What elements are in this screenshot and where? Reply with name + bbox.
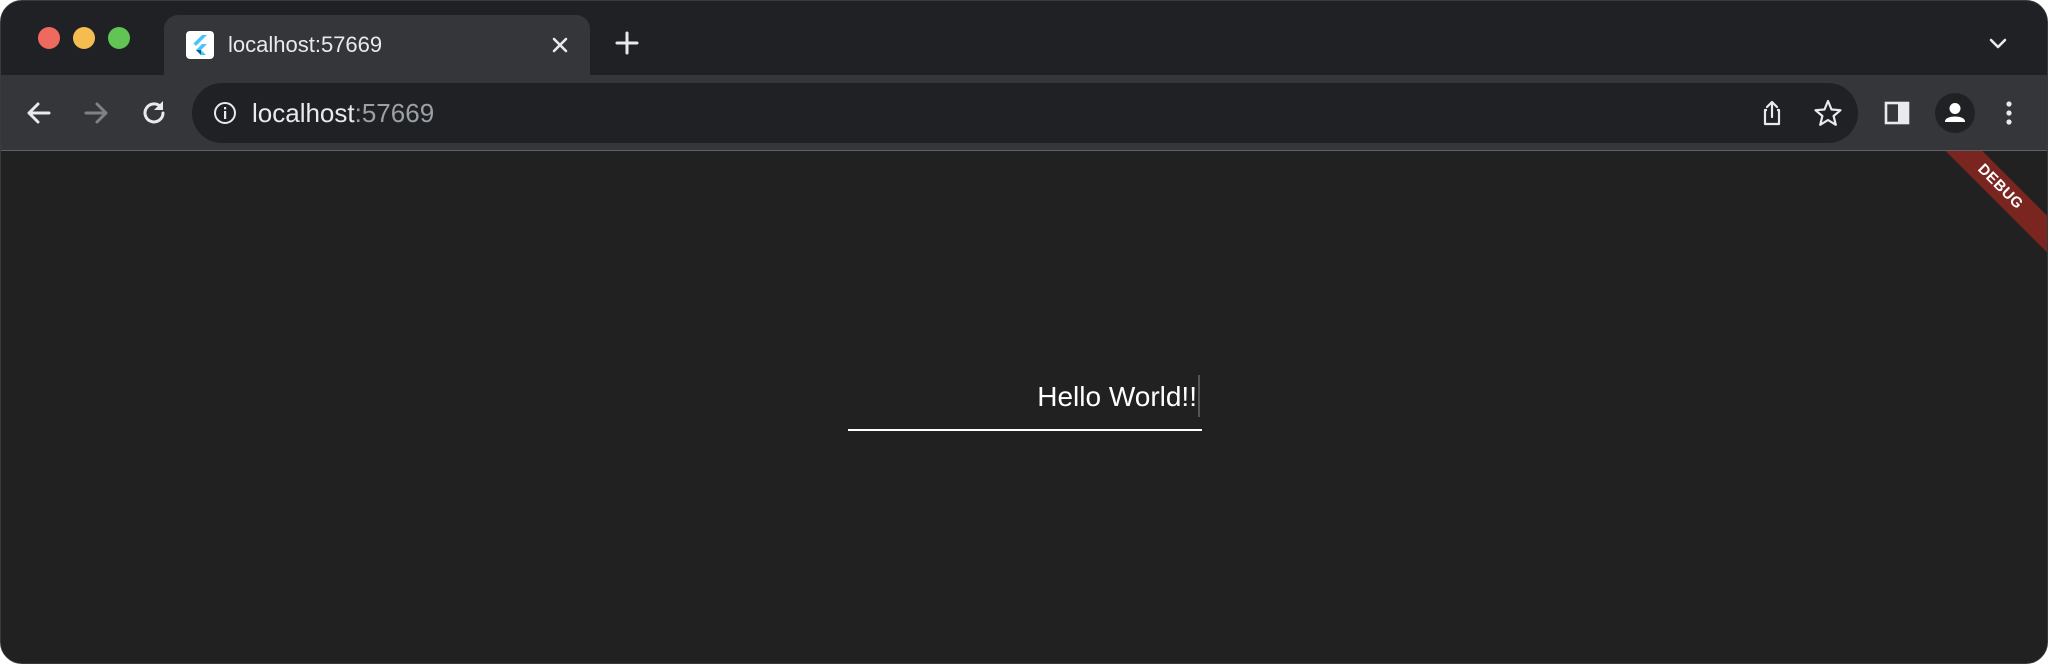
kebab-menu-icon [2006, 101, 2012, 125]
side-panel-icon [1884, 101, 1910, 125]
profile-icon [1935, 93, 1975, 133]
browser-toolbar: localhost:57669 [1, 75, 2047, 151]
back-button[interactable] [21, 95, 57, 131]
browser-window: localhost:57669 localhost:57669 DEBUG He… [0, 0, 2048, 664]
arrow-left-icon [27, 102, 51, 124]
flutter-icon [186, 31, 214, 59]
tab-search-button[interactable] [1985, 31, 2011, 57]
reload-button[interactable] [136, 95, 172, 131]
arrow-right-icon [84, 102, 108, 124]
share-icon[interactable] [1756, 97, 1788, 129]
star-icon[interactable] [1812, 97, 1844, 129]
close-icon[interactable] [544, 29, 576, 61]
forward-button[interactable] [78, 95, 114, 131]
text-field-underline [848, 429, 1202, 431]
chevron-down-icon [1989, 38, 2007, 49]
page-content: DEBUG Hello World!! [1, 151, 2047, 663]
side-panel-button[interactable] [1879, 95, 1915, 131]
url-text[interactable]: localhost:57669 [252, 98, 434, 128]
plus-icon [615, 31, 639, 55]
window-close-button[interactable] [38, 27, 60, 49]
tab-title: localhost:57669 [228, 32, 383, 57]
text-cursor [1198, 375, 1200, 417]
window-maximize-button[interactable] [108, 27, 130, 49]
tab-strip: localhost:57669 [1, 1, 2047, 75]
text-field-value: Hello World!! [1037, 381, 1197, 412]
address-bar[interactable]: localhost:57669 [192, 83, 1858, 143]
reload-icon [143, 101, 165, 124]
info-icon[interactable] [212, 100, 238, 126]
debug-banner: DEBUG [1923, 151, 2047, 264]
window-minimize-button[interactable] [73, 27, 95, 49]
text-field[interactable]: Hello World!! [848, 371, 1202, 431]
new-tab-button[interactable] [611, 27, 643, 59]
tab-localhost[interactable]: localhost:57669 [164, 15, 590, 75]
menu-button[interactable] [1991, 95, 2027, 131]
url-host: localhost [252, 98, 355, 128]
profile-button[interactable] [1935, 93, 1975, 133]
url-port: :57669 [354, 98, 435, 128]
